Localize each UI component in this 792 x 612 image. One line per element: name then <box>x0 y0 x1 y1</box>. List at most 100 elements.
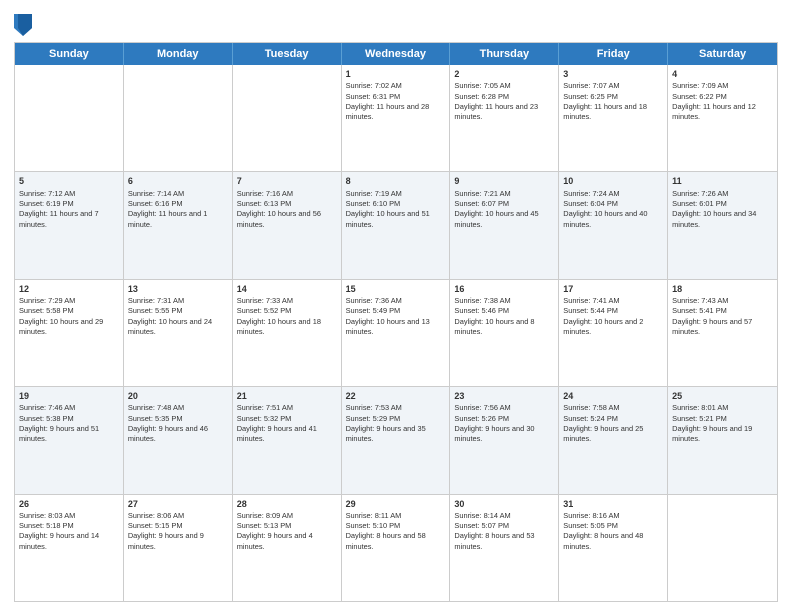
cell-content-19: Sunrise: 7:46 AM Sunset: 5:38 PM Dayligh… <box>19 403 119 444</box>
cell-date-26: 26 <box>19 498 119 510</box>
calendar-row-4: 19Sunrise: 7:46 AM Sunset: 5:38 PM Dayli… <box>15 387 777 494</box>
cell-content-26: Sunrise: 8:03 AM Sunset: 5:18 PM Dayligh… <box>19 511 119 552</box>
cell-content-11: Sunrise: 7:26 AM Sunset: 6:01 PM Dayligh… <box>672 189 773 230</box>
cell-date-11: 11 <box>672 175 773 187</box>
cell-date-3: 3 <box>563 68 663 80</box>
cell-date-15: 15 <box>346 283 446 295</box>
cell-date-30: 30 <box>454 498 554 510</box>
calendar-cell-16: 16Sunrise: 7:38 AM Sunset: 5:46 PM Dayli… <box>450 280 559 386</box>
calendar-cell-6: 6Sunrise: 7:14 AM Sunset: 6:16 PM Daylig… <box>124 172 233 278</box>
weekday-header-tuesday: Tuesday <box>233 43 342 65</box>
calendar-header: SundayMondayTuesdayWednesdayThursdayFrid… <box>15 43 777 65</box>
cell-date-8: 8 <box>346 175 446 187</box>
cell-content-7: Sunrise: 7:16 AM Sunset: 6:13 PM Dayligh… <box>237 189 337 230</box>
calendar-cell-10: 10Sunrise: 7:24 AM Sunset: 6:04 PM Dayli… <box>559 172 668 278</box>
calendar-cell-7: 7Sunrise: 7:16 AM Sunset: 6:13 PM Daylig… <box>233 172 342 278</box>
calendar-row-2: 5Sunrise: 7:12 AM Sunset: 6:19 PM Daylig… <box>15 172 777 279</box>
calendar-row-1: 1Sunrise: 7:02 AM Sunset: 6:31 PM Daylig… <box>15 65 777 172</box>
cell-content-20: Sunrise: 7:48 AM Sunset: 5:35 PM Dayligh… <box>128 403 228 444</box>
calendar-cell-14: 14Sunrise: 7:33 AM Sunset: 5:52 PM Dayli… <box>233 280 342 386</box>
calendar-cell-24: 24Sunrise: 7:58 AM Sunset: 5:24 PM Dayli… <box>559 387 668 493</box>
calendar-cell-empty <box>124 65 233 171</box>
calendar-cell-empty <box>668 495 777 601</box>
cell-content-5: Sunrise: 7:12 AM Sunset: 6:19 PM Dayligh… <box>19 189 119 230</box>
calendar-cell-23: 23Sunrise: 7:56 AM Sunset: 5:26 PM Dayli… <box>450 387 559 493</box>
cell-date-31: 31 <box>563 498 663 510</box>
cell-content-30: Sunrise: 8:14 AM Sunset: 5:07 PM Dayligh… <box>454 511 554 552</box>
cell-date-2: 2 <box>454 68 554 80</box>
calendar-cell-28: 28Sunrise: 8:09 AM Sunset: 5:13 PM Dayli… <box>233 495 342 601</box>
cell-content-13: Sunrise: 7:31 AM Sunset: 5:55 PM Dayligh… <box>128 296 228 337</box>
cell-date-19: 19 <box>19 390 119 402</box>
calendar-row-3: 12Sunrise: 7:29 AM Sunset: 5:58 PM Dayli… <box>15 280 777 387</box>
cell-content-31: Sunrise: 8:16 AM Sunset: 5:05 PM Dayligh… <box>563 511 663 552</box>
cell-date-22: 22 <box>346 390 446 402</box>
cell-content-18: Sunrise: 7:43 AM Sunset: 5:41 PM Dayligh… <box>672 296 773 337</box>
calendar-cell-29: 29Sunrise: 8:11 AM Sunset: 5:10 PM Dayli… <box>342 495 451 601</box>
calendar: SundayMondayTuesdayWednesdayThursdayFrid… <box>14 42 778 602</box>
cell-content-28: Sunrise: 8:09 AM Sunset: 5:13 PM Dayligh… <box>237 511 337 552</box>
cell-date-1: 1 <box>346 68 446 80</box>
cell-date-20: 20 <box>128 390 228 402</box>
calendar-cell-8: 8Sunrise: 7:19 AM Sunset: 6:10 PM Daylig… <box>342 172 451 278</box>
cell-content-17: Sunrise: 7:41 AM Sunset: 5:44 PM Dayligh… <box>563 296 663 337</box>
cell-date-13: 13 <box>128 283 228 295</box>
cell-content-9: Sunrise: 7:21 AM Sunset: 6:07 PM Dayligh… <box>454 189 554 230</box>
cell-content-29: Sunrise: 8:11 AM Sunset: 5:10 PM Dayligh… <box>346 511 446 552</box>
calendar-cell-15: 15Sunrise: 7:36 AM Sunset: 5:49 PM Dayli… <box>342 280 451 386</box>
calendar-cell-31: 31Sunrise: 8:16 AM Sunset: 5:05 PM Dayli… <box>559 495 668 601</box>
calendar-cell-2: 2Sunrise: 7:05 AM Sunset: 6:28 PM Daylig… <box>450 65 559 171</box>
generalblue-icon <box>14 14 32 36</box>
page-header <box>14 10 778 36</box>
cell-content-12: Sunrise: 7:29 AM Sunset: 5:58 PM Dayligh… <box>19 296 119 337</box>
weekday-header-friday: Friday <box>559 43 668 65</box>
calendar-cell-5: 5Sunrise: 7:12 AM Sunset: 6:19 PM Daylig… <box>15 172 124 278</box>
cell-date-21: 21 <box>237 390 337 402</box>
cell-date-23: 23 <box>454 390 554 402</box>
calendar-cell-25: 25Sunrise: 8:01 AM Sunset: 5:21 PM Dayli… <box>668 387 777 493</box>
cell-content-22: Sunrise: 7:53 AM Sunset: 5:29 PM Dayligh… <box>346 403 446 444</box>
cell-content-10: Sunrise: 7:24 AM Sunset: 6:04 PM Dayligh… <box>563 189 663 230</box>
calendar-cell-21: 21Sunrise: 7:51 AM Sunset: 5:32 PM Dayli… <box>233 387 342 493</box>
cell-content-15: Sunrise: 7:36 AM Sunset: 5:49 PM Dayligh… <box>346 296 446 337</box>
cell-date-27: 27 <box>128 498 228 510</box>
cell-date-12: 12 <box>19 283 119 295</box>
cell-date-28: 28 <box>237 498 337 510</box>
calendar-cell-17: 17Sunrise: 7:41 AM Sunset: 5:44 PM Dayli… <box>559 280 668 386</box>
calendar-row-5: 26Sunrise: 8:03 AM Sunset: 5:18 PM Dayli… <box>15 495 777 601</box>
cell-date-17: 17 <box>563 283 663 295</box>
cell-content-24: Sunrise: 7:58 AM Sunset: 5:24 PM Dayligh… <box>563 403 663 444</box>
cell-content-1: Sunrise: 7:02 AM Sunset: 6:31 PM Dayligh… <box>346 81 446 122</box>
calendar-cell-20: 20Sunrise: 7:48 AM Sunset: 5:35 PM Dayli… <box>124 387 233 493</box>
cell-content-6: Sunrise: 7:14 AM Sunset: 6:16 PM Dayligh… <box>128 189 228 230</box>
cell-date-29: 29 <box>346 498 446 510</box>
cell-date-25: 25 <box>672 390 773 402</box>
calendar-cell-18: 18Sunrise: 7:43 AM Sunset: 5:41 PM Dayli… <box>668 280 777 386</box>
calendar-cell-4: 4Sunrise: 7:09 AM Sunset: 6:22 PM Daylig… <box>668 65 777 171</box>
cell-content-21: Sunrise: 7:51 AM Sunset: 5:32 PM Dayligh… <box>237 403 337 444</box>
cell-content-16: Sunrise: 7:38 AM Sunset: 5:46 PM Dayligh… <box>454 296 554 337</box>
weekday-header-monday: Monday <box>124 43 233 65</box>
cell-date-18: 18 <box>672 283 773 295</box>
calendar-cell-empty <box>233 65 342 171</box>
cell-content-23: Sunrise: 7:56 AM Sunset: 5:26 PM Dayligh… <box>454 403 554 444</box>
cell-date-14: 14 <box>237 283 337 295</box>
calendar-cell-12: 12Sunrise: 7:29 AM Sunset: 5:58 PM Dayli… <box>15 280 124 386</box>
calendar-cell-27: 27Sunrise: 8:06 AM Sunset: 5:15 PM Dayli… <box>124 495 233 601</box>
weekday-header-wednesday: Wednesday <box>342 43 451 65</box>
calendar-cell-26: 26Sunrise: 8:03 AM Sunset: 5:18 PM Dayli… <box>15 495 124 601</box>
calendar-cell-empty <box>15 65 124 171</box>
cell-content-27: Sunrise: 8:06 AM Sunset: 5:15 PM Dayligh… <box>128 511 228 552</box>
cell-content-2: Sunrise: 7:05 AM Sunset: 6:28 PM Dayligh… <box>454 81 554 122</box>
cell-content-25: Sunrise: 8:01 AM Sunset: 5:21 PM Dayligh… <box>672 403 773 444</box>
cell-date-24: 24 <box>563 390 663 402</box>
cell-content-14: Sunrise: 7:33 AM Sunset: 5:52 PM Dayligh… <box>237 296 337 337</box>
calendar-body: 1Sunrise: 7:02 AM Sunset: 6:31 PM Daylig… <box>15 65 777 601</box>
weekday-header-thursday: Thursday <box>450 43 559 65</box>
calendar-cell-9: 9Sunrise: 7:21 AM Sunset: 6:07 PM Daylig… <box>450 172 559 278</box>
calendar-cell-22: 22Sunrise: 7:53 AM Sunset: 5:29 PM Dayli… <box>342 387 451 493</box>
cell-date-4: 4 <box>672 68 773 80</box>
calendar-cell-13: 13Sunrise: 7:31 AM Sunset: 5:55 PM Dayli… <box>124 280 233 386</box>
calendar-cell-11: 11 Sunrise: 7:26 AM Sunset: 6:01 PM Dayli… <box>668 172 777 278</box>
calendar-cell-3: 3Sunrise: 7:07 AM Sunset: 6:25 PM Daylig… <box>559 65 668 171</box>
